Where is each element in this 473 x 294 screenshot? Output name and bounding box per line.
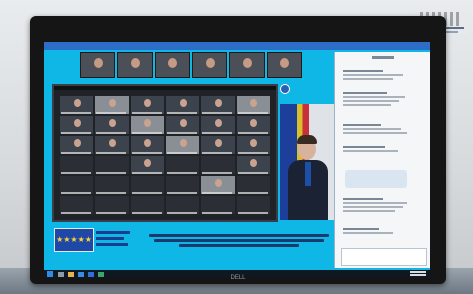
app-icon[interactable] bbox=[98, 272, 104, 277]
eu-stars: ★★★★★ bbox=[56, 235, 92, 244]
chat-header bbox=[335, 56, 430, 61]
participant-tile[interactable] bbox=[201, 116, 235, 134]
participant-tile[interactable] bbox=[95, 156, 129, 174]
browser-icon[interactable] bbox=[78, 272, 84, 277]
participant-tile[interactable] bbox=[130, 176, 164, 194]
windows-start-icon[interactable] bbox=[47, 271, 53, 277]
participant-tile[interactable] bbox=[201, 136, 235, 154]
participant-thumbnail[interactable] bbox=[229, 52, 265, 78]
participant-tile[interactable] bbox=[236, 136, 270, 154]
chat-input[interactable] bbox=[341, 248, 427, 266]
chat-message bbox=[343, 228, 413, 236]
participant-tile[interactable] bbox=[236, 96, 270, 114]
participant-tile[interactable] bbox=[95, 116, 129, 134]
participant-tile[interactable] bbox=[165, 156, 200, 174]
participant-thumbnail[interactable] bbox=[266, 52, 302, 78]
participant-tile[interactable] bbox=[130, 156, 164, 174]
participant-tile[interactable] bbox=[236, 196, 270, 214]
participant-tile[interactable] bbox=[236, 116, 270, 134]
participant-tile[interactable] bbox=[60, 176, 94, 194]
chat-message bbox=[343, 92, 413, 108]
monitor-brand-logo: DELL bbox=[230, 275, 246, 281]
search-icon[interactable] bbox=[58, 272, 64, 277]
participant-tile[interactable] bbox=[60, 196, 94, 214]
eu-flag-icon: ★★★★★ bbox=[54, 228, 94, 252]
participant-tile[interactable] bbox=[236, 176, 270, 194]
participant-tile[interactable] bbox=[201, 96, 235, 114]
screen: ★★★★★ bbox=[44, 42, 430, 278]
monitor: ★★★★★ DELL bbox=[30, 16, 446, 284]
speaker-tie bbox=[305, 162, 311, 186]
participant-tile[interactable] bbox=[165, 196, 200, 214]
participant-tile[interactable] bbox=[201, 156, 235, 174]
participant-tile[interactable] bbox=[201, 176, 235, 194]
participant-tile[interactable] bbox=[165, 116, 200, 134]
participant-tile[interactable] bbox=[130, 96, 164, 114]
window-titlebar bbox=[44, 42, 430, 50]
participant-tile[interactable] bbox=[95, 96, 129, 114]
folder-icon[interactable] bbox=[68, 272, 74, 277]
chat-message bbox=[343, 124, 413, 136]
participant-tile[interactable] bbox=[60, 136, 94, 154]
participant-tile[interactable] bbox=[60, 116, 94, 134]
event-caption bbox=[144, 232, 334, 254]
chat-message bbox=[343, 198, 413, 214]
participant-tile[interactable] bbox=[60, 96, 94, 114]
active-speaker-video[interactable] bbox=[280, 104, 336, 220]
participant-tile[interactable] bbox=[236, 156, 270, 174]
organizer-logo bbox=[96, 230, 136, 248]
participant-tile[interactable] bbox=[60, 156, 94, 174]
chat-panel bbox=[334, 52, 430, 268]
participant-tile[interactable] bbox=[165, 176, 200, 194]
speaker-hair bbox=[297, 135, 317, 144]
participant-tile[interactable] bbox=[95, 196, 129, 214]
chat-bubble bbox=[345, 170, 407, 188]
participant-tile[interactable] bbox=[165, 96, 200, 114]
chat-message bbox=[343, 146, 413, 154]
chat-message bbox=[343, 70, 413, 82]
participant-thumbnail[interactable] bbox=[117, 52, 153, 78]
shared-gallery-window bbox=[52, 84, 278, 222]
shared-window-bar bbox=[54, 86, 276, 90]
meeting-app-icon[interactable] bbox=[88, 272, 94, 277]
window-controls[interactable] bbox=[410, 43, 428, 49]
top-participant-strip bbox=[80, 52, 302, 78]
participant-grid bbox=[60, 96, 270, 214]
participant-thumbnail[interactable] bbox=[80, 52, 116, 78]
participant-tile[interactable] bbox=[130, 136, 164, 154]
participant-tile[interactable] bbox=[95, 136, 129, 154]
participant-tile[interactable] bbox=[95, 176, 129, 194]
participant-tile[interactable] bbox=[201, 196, 235, 214]
participant-tile[interactable] bbox=[165, 136, 200, 154]
participant-thumbnail[interactable] bbox=[154, 52, 190, 78]
participant-tile[interactable] bbox=[130, 196, 164, 214]
participant-thumbnail[interactable] bbox=[191, 52, 228, 78]
taskbar-clock bbox=[410, 271, 426, 277]
participant-tile[interactable] bbox=[130, 116, 164, 134]
next-page-button[interactable] bbox=[280, 84, 290, 94]
